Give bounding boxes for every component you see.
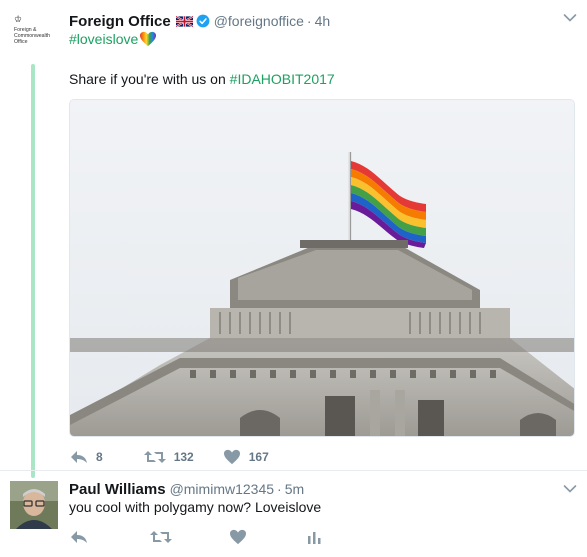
reply-icon [71, 451, 87, 463]
author-name[interactable]: Foreign Office [69, 13, 171, 30]
union-flag-icon [175, 15, 193, 27]
like-action[interactable]: 167 [223, 449, 269, 465]
separator-dot: · [306, 13, 312, 29]
author-handle[interactable]: @foreignoffice [214, 13, 304, 29]
reply-count: 8 [96, 450, 103, 464]
heart-icon [230, 529, 246, 545]
rainbow-heart-icon [140, 31, 157, 47]
verified-badge-icon [196, 14, 210, 28]
rainbow-flag-building-image [70, 100, 574, 436]
separator-dot: · [277, 481, 282, 497]
chevron-down-icon[interactable] [563, 484, 577, 494]
paul-williams-avatar[interactable] [10, 481, 58, 529]
tweet-timestamp[interactable]: 4h [315, 13, 331, 29]
analytics-action[interactable] [306, 529, 322, 545]
reply-action[interactable]: 8 [69, 449, 103, 465]
avatar-line-3: Office [14, 39, 28, 45]
person-photo-icon [10, 481, 58, 529]
retweet-icon [143, 451, 166, 463]
crest-icon: ♔ [14, 15, 23, 25]
reply-tweet-actions [69, 529, 322, 545]
hashtag-line: #loveislove [69, 31, 157, 47]
chevron-down-icon[interactable] [563, 13, 577, 23]
reply-icon [71, 531, 87, 543]
tweet-text: Share if you're with us on #IDAHOBIT2017 [69, 71, 335, 87]
foreign-office-avatar[interactable]: ♔ Foreign & Commonwealth Office [10, 13, 56, 59]
reply-header: Paul Williams @mimimw12345 · 5m [69, 479, 304, 499]
reply-text: you cool with polygamy now? Loveislove [69, 499, 322, 515]
thread-connector-line [31, 64, 35, 478]
tweet-actions: 8 132 167 [69, 449, 269, 465]
hashtag-loveislove[interactable]: #loveislove [69, 31, 138, 47]
reply-action[interactable] [69, 529, 89, 545]
retweet-action[interactable] [149, 529, 173, 545]
heart-icon [223, 449, 240, 465]
hashtag-idahobit[interactable]: #IDAHOBIT2017 [230, 71, 335, 87]
tweet-media-photo[interactable] [69, 99, 575, 437]
avatar-org-name: Foreign & Commonwealth Office [14, 27, 50, 45]
retweet-count: 132 [173, 450, 194, 464]
reply-timestamp[interactable]: 5m [285, 481, 304, 497]
retweet-icon [150, 531, 172, 543]
retweet-action[interactable]: 132 [143, 449, 194, 465]
analytics-icon [308, 532, 321, 544]
like-count: 167 [248, 450, 269, 464]
tweet-text-body: Share if you're with us on [69, 71, 230, 87]
like-action[interactable] [229, 529, 247, 545]
tweet-divider [0, 470, 587, 471]
reply-author-handle[interactable]: @mimimw12345 [170, 481, 274, 497]
reply-author-name[interactable]: Paul Williams [69, 481, 166, 498]
tweet-header: Foreign Office @foreignoffice · 4h [69, 11, 330, 31]
